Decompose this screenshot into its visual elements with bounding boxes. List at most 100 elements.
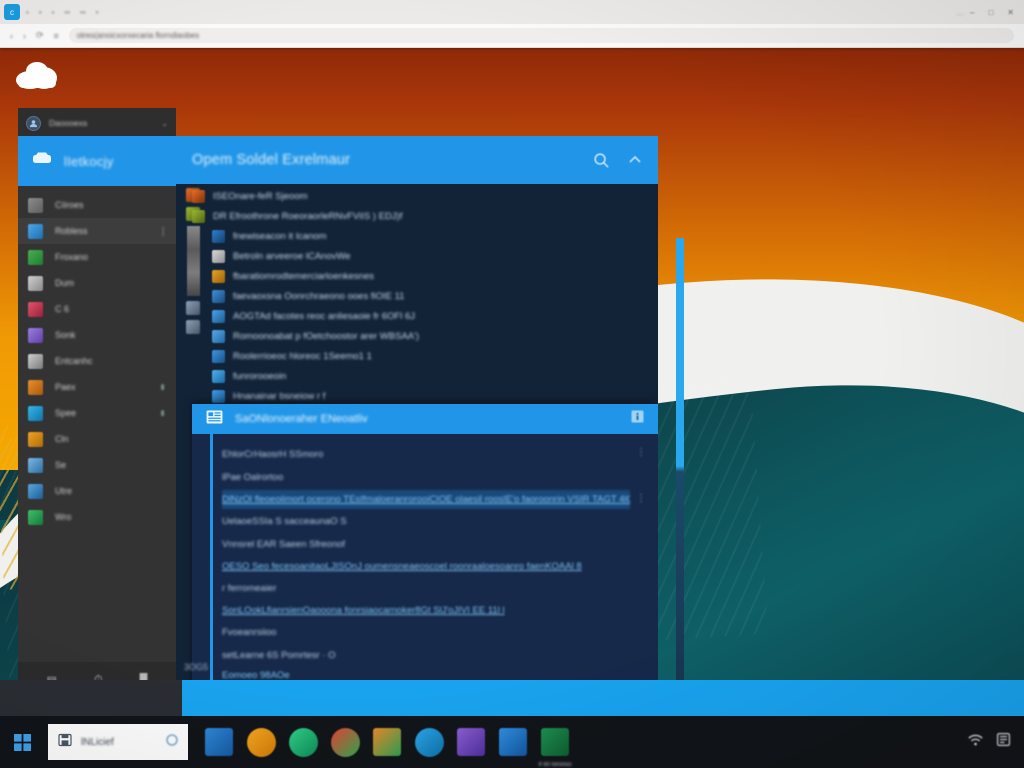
browser-tab-4[interactable]: •• — [76, 8, 90, 17]
sidebar-item-3[interactable]: Dum — [18, 270, 176, 296]
sidebar-item-11[interactable]: Utre — [18, 478, 176, 504]
file-type-icon — [192, 189, 205, 203]
back-icon[interactable]: ‹ — [10, 31, 13, 41]
browser-tab-0[interactable]: • — [22, 8, 33, 17]
file-row[interactable]: fnewiseacon it lcanom — [184, 226, 658, 246]
settings-icon[interactable] — [498, 727, 528, 757]
firefox-icon[interactable] — [246, 727, 276, 757]
sidebar-item-9[interactable]: Cln — [18, 426, 176, 452]
sidebar-item-6[interactable]: Entcanhc — [18, 348, 176, 374]
dialog-field-menu-icon[interactable]: ⋮ — [636, 447, 646, 458]
sidebar-item-label: Robless — [55, 226, 88, 236]
sidebar-item-label: Spee — [55, 408, 77, 418]
file-row[interactable]: DR Efroothrone RoeoraorleRNvFViIS ) EDJ)… — [184, 206, 658, 226]
browser-tab-1[interactable]: • — [35, 8, 46, 17]
menu-icon[interactable]: ≡ — [54, 31, 59, 41]
sheet-icon — [28, 509, 43, 525]
dialog-field-value[interactable]: OESO Seo fecesoanitaoLJISOnJ oumensneaeo… — [222, 557, 630, 576]
spotify-icon-glyph — [288, 727, 318, 757]
dialog-field[interactable]: Vnnsrel EAR Saeen Sfreonof — [222, 534, 658, 555]
sidebar-item-0[interactable]: Cíiroes — [18, 192, 176, 218]
sidebar-item-8[interactable]: Spee ⬍ — [18, 400, 176, 426]
maximize-button[interactable]: □ — [988, 8, 993, 17]
dialog-field[interactable]: OESO Seo fecesoanitaoLJISOnJ oumensneaeo… — [222, 557, 658, 576]
browser-window-controls: – □ ✕ — [970, 8, 1024, 17]
dialog-field-list: EhlorCrHaosrH SSmoro ⋮ lPae Oalrortoo DlNzO… — [222, 444, 658, 698]
sidebar-item-7[interactable]: Paex ⬍ — [18, 374, 176, 400]
file-type-icon — [192, 209, 205, 223]
search-input[interactable]: lNLicief — [48, 724, 188, 760]
cloud-icon[interactable] — [14, 58, 62, 97]
file-row[interactable]: AOGTAd facotes reoc anliesaoie fr 6OFl 6… — [184, 306, 658, 326]
calculator-icon-glyph — [457, 728, 485, 756]
sidebar-item-1[interactable]: Robless │ — [18, 218, 176, 244]
info-icon[interactable] — [631, 410, 644, 428]
app-green-icon — [28, 249, 43, 265]
calculator-icon[interactable] — [456, 727, 486, 757]
dialog-field[interactable]: UelaoeSSIa S sacceaunaO S — [222, 511, 658, 532]
dialog-field-menu-icon[interactable]: ⋮ — [636, 493, 646, 504]
file-name: DR Efroothrone RoeoraorleRNvFViIS ) EDJ)… — [213, 210, 403, 222]
file-name: Roolerrioeoc hloreoc 1Seemo1 1 — [233, 350, 372, 362]
close-button[interactable]: ✕ — [1007, 8, 1014, 17]
dialog-field-value[interactable]: DlNzOl fleoeoiimort ocerono TEsIfmaloera… — [222, 490, 630, 509]
file-row[interactable]: Hnanainar bsneiow r f — [184, 386, 658, 406]
sidebar-item-badge: ⬍ — [159, 382, 166, 392]
sidebar-item-label: Utre — [55, 486, 73, 496]
sidebar-item-12[interactable]: Wro — [18, 504, 176, 530]
file-row[interactable]: faevaoxsna Oonrchraeono ooes fiOIE 11 — [184, 286, 658, 306]
browser-profile-label[interactable]: … — [952, 8, 968, 17]
reload-icon[interactable]: ⟳ — [36, 30, 44, 41]
browser-toolbar: ‹ › ⟳ ≡ otres(anoicxorxecaria florndiaob… — [0, 24, 1024, 48]
dialog-field-value[interactable]: SonLOokLfianrsienOaooona fonrsiaocarnoke… — [222, 601, 630, 620]
search-icon[interactable] — [593, 152, 610, 169]
file-name: fbaratiomrodtemerciarloenkesnes — [233, 270, 374, 282]
edge-icon[interactable] — [414, 727, 444, 757]
sidebar-item-10[interactable]: Se — [18, 452, 176, 478]
spotify-icon[interactable] — [288, 727, 318, 757]
dialog-field[interactable]: SonLOokLfianrsienOaooona fonrsiaocarnoke… — [222, 601, 658, 620]
sidebar-item-2[interactable]: Froxano — [18, 244, 176, 270]
sidebar-item-4[interactable]: C 6 — [18, 296, 176, 322]
app-store-icon[interactable] — [204, 727, 234, 757]
dialog-field[interactable]: EhlorCrHaosrH SSmoro ⋮ — [222, 444, 658, 465]
cortana-icon[interactable] — [166, 733, 178, 751]
file-row[interactable]: fbaratiomrodtemerciarloenkesnes — [184, 266, 658, 286]
sidebar-item-label: Cíiroes — [55, 200, 84, 210]
file-type-icon — [212, 369, 225, 383]
browser-tab-2[interactable]: • — [48, 8, 59, 17]
dialog-field[interactable]: setLearne 6S Pomrtesr · O Eomoeo 98AOe — [222, 645, 658, 685]
file-row[interactable]: Romoonoabat p fOetchoostor arer WBSAA') — [184, 326, 658, 346]
browser-tab-5[interactable]: • — [92, 8, 103, 17]
dialog-field[interactable]: lPae Oalrortoo — [222, 467, 658, 488]
minimize-button[interactable]: – — [970, 8, 974, 17]
excel-icon[interactable]: If 80 loronso — [538, 727, 572, 768]
file-row[interactable]: ISEOnare-feR Sjeoom — [184, 186, 658, 206]
overflow-menu-icon[interactable] — [628, 153, 642, 167]
file-type-icon — [212, 289, 225, 303]
dialog-field[interactable]: Fvoeanrsiioo — [222, 622, 658, 643]
sidebar-item-5[interactable]: Sonk — [18, 322, 176, 348]
file-type-icon — [212, 309, 225, 323]
sidebar-item-label: Sonk — [55, 330, 76, 340]
window-titlebar-control[interactable]: ⌄ — [161, 119, 168, 128]
photo-icon — [28, 379, 43, 395]
forward-icon[interactable]: › — [23, 31, 26, 41]
drawer-header[interactable]: lIetkocjy — [18, 136, 176, 186]
address-bar[interactable]: otres(anoicxorxecaria florndiaobes — [68, 28, 1014, 43]
start-menu-icon[interactable] — [0, 733, 44, 751]
chrome-icon[interactable] — [330, 727, 360, 757]
browser-tab-3[interactable]: •• — [60, 8, 74, 17]
network-icon[interactable] — [968, 733, 983, 751]
file-type-icon — [212, 329, 225, 343]
media-player-icon[interactable] — [372, 727, 402, 757]
folder-icon — [28, 431, 43, 447]
action-center-icon[interactable] — [997, 733, 1011, 751]
file-row[interactable]: Betroln arveeroe lCAnovWe — [184, 246, 658, 266]
dialog-field[interactable]: r ferromeaier — [222, 578, 658, 599]
dialog-body: EhlorCrHaosrH SSmoro ⋮ lPae Oalrortoo DlNzO… — [192, 434, 658, 698]
file-row[interactable]: Roolerrioeoc hloreoc 1Seemo1 1 — [184, 346, 658, 366]
file-row[interactable]: funrorooeoin — [184, 366, 658, 386]
system-tray — [968, 733, 1024, 751]
dialog-field[interactable]: DlNzOl fleoeoiimort ocerono TEsIfmaloera… — [222, 490, 658, 509]
